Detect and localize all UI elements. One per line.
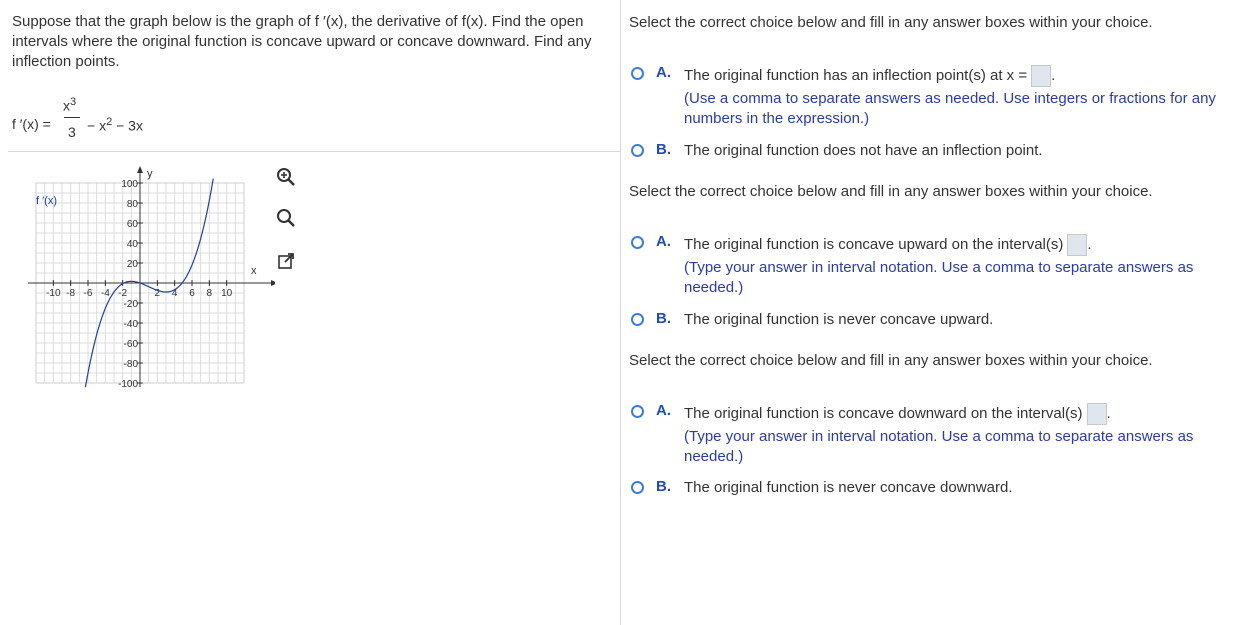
part1-letter-a: A. <box>656 64 671 81</box>
part1-answer-box[interactable] <box>1031 65 1052 87</box>
graph-axes <box>28 166 275 387</box>
part1-text-a: The original function has an inflection … <box>684 65 1055 87</box>
part2-radio-b[interactable] <box>631 313 644 326</box>
part1-radio-b[interactable] <box>631 144 644 157</box>
y-tick-label: -80 <box>124 359 139 370</box>
y-tick-label: 40 <box>127 239 139 250</box>
x-tick-label: 8 <box>207 288 213 299</box>
x-tick-label: -4 <box>101 288 110 299</box>
part2-hint: (Type your answer in interval notation. … <box>684 259 1194 296</box>
part2-answer-box[interactable] <box>1067 234 1088 256</box>
part2-letter-a: A. <box>656 233 671 250</box>
x-tick-label: -2 <box>118 288 127 299</box>
y-tick-label: 80 <box>127 199 139 210</box>
horizontal-divider <box>8 151 620 152</box>
y-axis-arrow <box>137 166 143 173</box>
part1-radio-a[interactable] <box>631 67 644 80</box>
answer-panel: Select the correct choice below and fill… <box>621 0 1237 625</box>
part2-radio-a[interactable] <box>631 236 644 249</box>
fraction-bar <box>64 117 80 118</box>
y-tick-label: 60 <box>127 219 139 230</box>
equation-rest: − x2 − 3x <box>87 116 143 134</box>
y-tick-label: -40 <box>124 319 139 330</box>
part1-hint: (Use a comma to separate answers as need… <box>684 90 1216 127</box>
external-link-icon[interactable] <box>274 250 300 276</box>
part3-letter-a: A. <box>656 402 671 419</box>
equation-lhs: f ′(x) = <box>12 116 51 132</box>
y-tick-label: 20 <box>127 259 139 270</box>
y-axis-label: y <box>147 168 153 180</box>
part3-letter-b: B. <box>656 478 671 495</box>
question-panel: Suppose that the graph below is the grap… <box>0 0 621 625</box>
part3-text-a: The original function is concave downwar… <box>684 403 1111 425</box>
graph-ticks: -10 -8 -6 -4 -2 2 4 6 8 1010080604020-20-40-60-80… <box>46 179 233 390</box>
x-tick-label: 10 <box>221 288 233 299</box>
derivative-graph: -10 -8 -6 -4 -2 2 4 6 8 1010080604020-20-40-60-80… <box>28 166 275 390</box>
instruction-2: Select the correct choice below and fill… <box>629 183 1153 200</box>
equation-denominator: 3 <box>68 124 76 140</box>
part2-text-b: The original function is never concave u… <box>684 311 994 328</box>
x-tick-label: -6 <box>84 288 93 299</box>
part1-text-b: The original function does not have an i… <box>684 142 1043 159</box>
function-label: f ′(x) <box>36 195 57 207</box>
y-tick-label: -60 <box>124 339 139 350</box>
y-tick-label: -100 <box>118 379 138 390</box>
instruction-3: Select the correct choice below and fill… <box>629 352 1153 369</box>
x-axis-label: x <box>251 265 257 277</box>
y-tick-label: 100 <box>121 179 138 190</box>
part3-text-b: The original function is never concave d… <box>684 479 1013 496</box>
part3-answer-box[interactable] <box>1086 403 1107 425</box>
part3-radio-b[interactable] <box>631 481 644 494</box>
y-tick-label: -20 <box>124 299 139 310</box>
instruction-1: Select the correct choice below and fill… <box>629 14 1153 31</box>
part3-hint: (Type your answer in interval notation. … <box>684 428 1194 465</box>
part1-letter-b: B. <box>656 141 671 158</box>
x-axis-arrow <box>271 280 275 286</box>
zoom-out-icon[interactable] <box>273 205 299 231</box>
question-text: Suppose that the graph below is the grap… <box>12 13 592 70</box>
part2-letter-b: B. <box>656 310 671 327</box>
x-tick-label: 6 <box>189 288 195 299</box>
part2-text-a: The original function is concave upward … <box>684 234 1092 256</box>
part3-radio-a[interactable] <box>631 405 644 418</box>
equation-numerator: x3 <box>63 96 77 114</box>
zoom-in-icon[interactable] <box>273 164 299 190</box>
x-tick-label: -8 <box>66 288 75 299</box>
x-tick-label: -10 <box>46 288 61 299</box>
